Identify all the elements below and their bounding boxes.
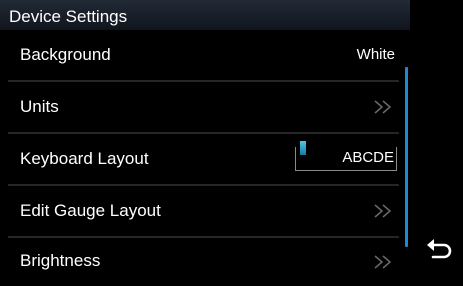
- return-arrow-icon[interactable]: [424, 234, 454, 264]
- menu-item-label: Units: [20, 97, 59, 116]
- keyboard-layout-value: ABCDE: [342, 149, 394, 166]
- menu-item-units[interactable]: Units: [8, 82, 399, 132]
- menu-item-label: Edit Gauge Layout: [20, 201, 161, 220]
- menu-item-label: Background: [20, 45, 111, 64]
- menu-item-keyboard-layout[interactable]: Keyboard Layout ABCDE: [8, 134, 399, 184]
- menu-item-label: Keyboard Layout: [20, 149, 149, 168]
- double-chevron-right-icon: [374, 204, 392, 218]
- background-value: White: [356, 46, 395, 63]
- menu-item-brightness[interactable]: Brightness: [8, 236, 399, 286]
- keyboard-indicator-icon: [300, 141, 306, 155]
- menu-item-edit-gauge-layout[interactable]: Edit Gauge Layout: [8, 186, 399, 236]
- menu-item-label: Brightness: [20, 251, 101, 270]
- title-bar: Device Settings: [0, 0, 410, 30]
- double-chevron-right-icon: [374, 100, 392, 114]
- menu-item-background[interactable]: Background White: [8, 30, 399, 80]
- double-chevron-right-icon: [374, 255, 392, 269]
- page-title: Device Settings: [9, 7, 128, 26]
- keyboard-layout-field[interactable]: ABCDE: [295, 141, 397, 171]
- scrollbar[interactable]: [405, 67, 408, 247]
